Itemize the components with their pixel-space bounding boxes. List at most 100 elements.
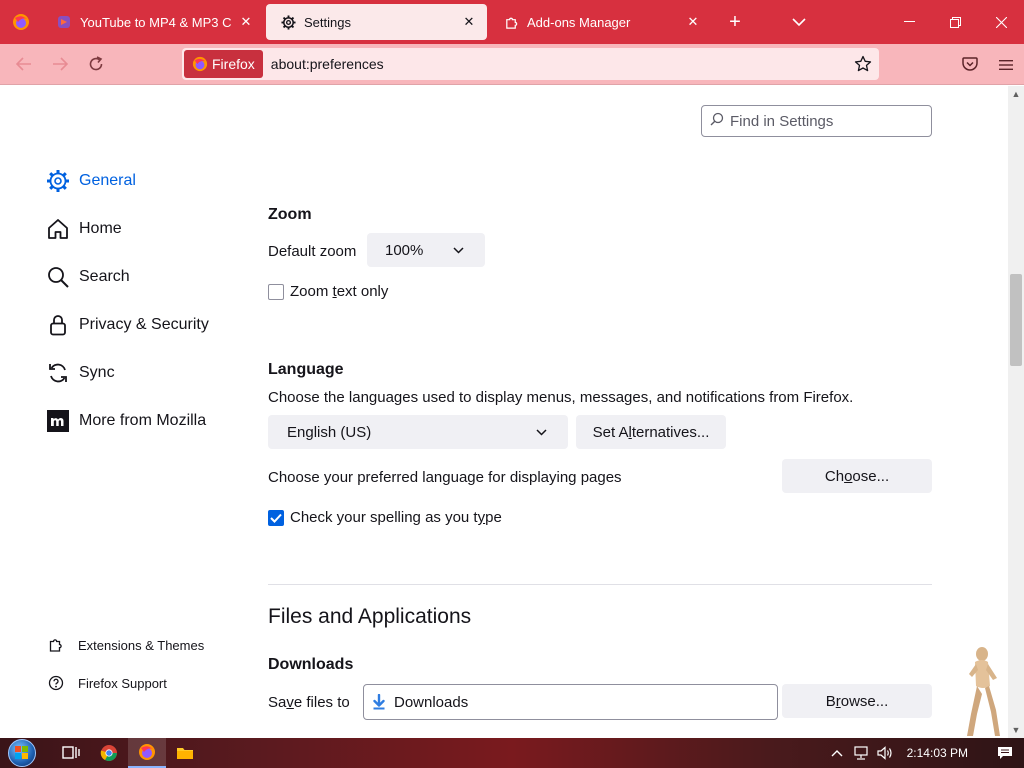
- scroll-thumb[interactable]: [1010, 274, 1022, 366]
- settings-page: General Home Search Privacy & Security S…: [0, 86, 1008, 738]
- set-alternatives-label: Set Alternatives...: [592, 423, 710, 441]
- browse-label: Browse...: [825, 692, 889, 710]
- section-divider: [268, 584, 932, 585]
- sidebar-footer-label: Firefox Support: [78, 675, 167, 691]
- windows-logo-icon: [8, 739, 36, 767]
- sidebar-item-label: Search: [79, 267, 130, 285]
- system-tray: 2:14:03 PM: [825, 738, 1024, 768]
- default-zoom-select[interactable]: 100%: [367, 233, 485, 267]
- navigation-toolbar: Firefox about:preferences: [0, 44, 1024, 85]
- sidebar-item-sync[interactable]: Sync: [45, 360, 115, 385]
- lock-icon: [45, 312, 70, 337]
- sidebar-footer-label: Extensions & Themes: [78, 637, 205, 653]
- language-select-value: English (US): [287, 423, 372, 441]
- window-controls: [886, 0, 1024, 44]
- sidebar-item-privacy[interactable]: Privacy & Security: [45, 312, 209, 337]
- sidebar-item-more-from-mozilla[interactable]: More from Mozilla: [45, 408, 206, 433]
- chevron-up-icon[interactable]: [825, 738, 849, 768]
- home-icon: [45, 216, 70, 241]
- sidebar-item-label: General: [79, 171, 136, 189]
- taskbar-clock[interactable]: 2:14:03 PM: [897, 746, 986, 760]
- url-text[interactable]: about:preferences: [271, 56, 384, 72]
- sidebar-item-label: Privacy & Security: [79, 315, 209, 333]
- sidebar-item-label: More from Mozilla: [79, 411, 207, 429]
- set-alternatives-button[interactable]: Set Alternatives...: [576, 415, 726, 449]
- file-explorer-icon[interactable]: [166, 738, 204, 768]
- default-zoom-label: Default zoom: [268, 243, 357, 260]
- search-input[interactable]: [730, 112, 920, 130]
- pocket-icon[interactable]: [952, 44, 988, 85]
- reload-icon[interactable]: [78, 48, 114, 80]
- page-scrollbar[interactable]: ▲ ▼: [1008, 86, 1024, 738]
- scroll-up-arrow-icon[interactable]: ▲: [1008, 86, 1024, 102]
- network-icon[interactable]: [849, 738, 873, 768]
- restore-icon[interactable]: [932, 0, 978, 44]
- checkbox-checked-icon[interactable]: [268, 509, 284, 526]
- chevron-down-icon[interactable]: [777, 0, 821, 44]
- identity-label: Firefox: [212, 56, 255, 72]
- checkbox-unchecked[interactable]: [268, 283, 284, 300]
- close-tab-icon[interactable]: ✕: [685, 14, 701, 30]
- downloads-heading: Downloads: [268, 656, 354, 673]
- firefox-taskbar-icon[interactable]: [128, 738, 166, 768]
- youtube-converter-favicon-icon: [56, 14, 72, 30]
- mozilla-icon: [45, 408, 70, 433]
- download-arrow-icon: [372, 694, 388, 710]
- firefox-logo-icon: [192, 56, 208, 72]
- chrome-icon[interactable]: [90, 738, 128, 768]
- help-icon: [47, 674, 65, 692]
- tab-strip: YouTube to MP4 & MP3 Converter ✕ Setting…: [0, 0, 1024, 44]
- close-tab-icon[interactable]: ✕: [461, 14, 477, 30]
- language-select[interactable]: English (US): [268, 415, 568, 449]
- spellcheck-label: Check your spelling as you type: [290, 509, 502, 526]
- browse-button[interactable]: Browse...: [782, 684, 932, 718]
- sidebar-item-general[interactable]: General: [45, 168, 136, 193]
- sidebar-item-label: Sync: [79, 363, 115, 381]
- new-tab-icon[interactable]: +: [713, 0, 757, 44]
- spellcheck-checkbox[interactable]: Check your spelling as you type: [268, 509, 502, 526]
- search-icon: [45, 264, 70, 289]
- bookmark-star-icon[interactable]: [853, 54, 873, 74]
- scroll-down-arrow-icon[interactable]: ▼: [1008, 722, 1024, 738]
- puzzle-icon: [503, 14, 519, 30]
- language-description: Choose the languages used to display men…: [268, 389, 854, 406]
- files-applications-heading: Files and Applications: [268, 605, 472, 628]
- download-folder-field[interactable]: Downloads: [363, 684, 778, 720]
- url-bar[interactable]: Firefox about:preferences: [182, 48, 879, 80]
- gear-icon: [45, 168, 70, 193]
- sidebar-item-label: Home: [79, 219, 122, 237]
- choose-language-button[interactable]: Choose...: [782, 459, 932, 493]
- identity-box[interactable]: Firefox: [184, 50, 263, 78]
- volume-icon[interactable]: [873, 738, 897, 768]
- puzzle-icon: [47, 636, 65, 654]
- page-language-label: Choose your preferred language for displ…: [268, 469, 622, 486]
- tab-title: Add-ons Manager: [527, 14, 631, 30]
- sidebar-item-home[interactable]: Home: [45, 216, 122, 241]
- close-window-icon[interactable]: [978, 0, 1024, 44]
- default-zoom-value: 100%: [385, 241, 424, 259]
- find-in-settings-field[interactable]: [701, 105, 932, 137]
- start-button[interactable]: [0, 738, 44, 768]
- sidebar-extensions-themes[interactable]: Extensions & Themes: [47, 636, 204, 654]
- zoom-text-only-checkbox[interactable]: Zoom text only: [268, 283, 388, 300]
- firefox-view-icon[interactable]: [0, 0, 42, 44]
- zoom-text-only-label: Zoom text only: [290, 283, 389, 300]
- notification-icon[interactable]: [986, 738, 1024, 768]
- save-files-label: Save files to: [268, 694, 350, 711]
- chevron-down-icon: [534, 428, 548, 436]
- language-heading: Language: [268, 361, 344, 378]
- tab-settings[interactable]: Settings ✕: [266, 4, 487, 40]
- sidebar-item-search[interactable]: Search: [45, 264, 130, 289]
- tab-title: YouTube to MP4 & MP3 Converter: [80, 14, 232, 30]
- minimize-icon[interactable]: [886, 0, 932, 44]
- choose-label: Choose...: [824, 467, 890, 485]
- close-tab-icon[interactable]: ✕: [238, 14, 254, 30]
- tab-youtube-converter[interactable]: YouTube to MP4 & MP3 Converter ✕: [42, 4, 264, 40]
- task-view-icon[interactable]: [52, 738, 90, 768]
- tab-title: Settings: [304, 14, 351, 30]
- sidebar-firefox-support[interactable]: Firefox Support: [47, 674, 167, 692]
- forward-arrow-icon[interactable]: [42, 48, 78, 80]
- menu-hamburger-icon[interactable]: [988, 44, 1024, 85]
- tab-addons-manager[interactable]: Add-ons Manager ✕: [489, 4, 711, 40]
- back-arrow-icon[interactable]: [6, 48, 42, 80]
